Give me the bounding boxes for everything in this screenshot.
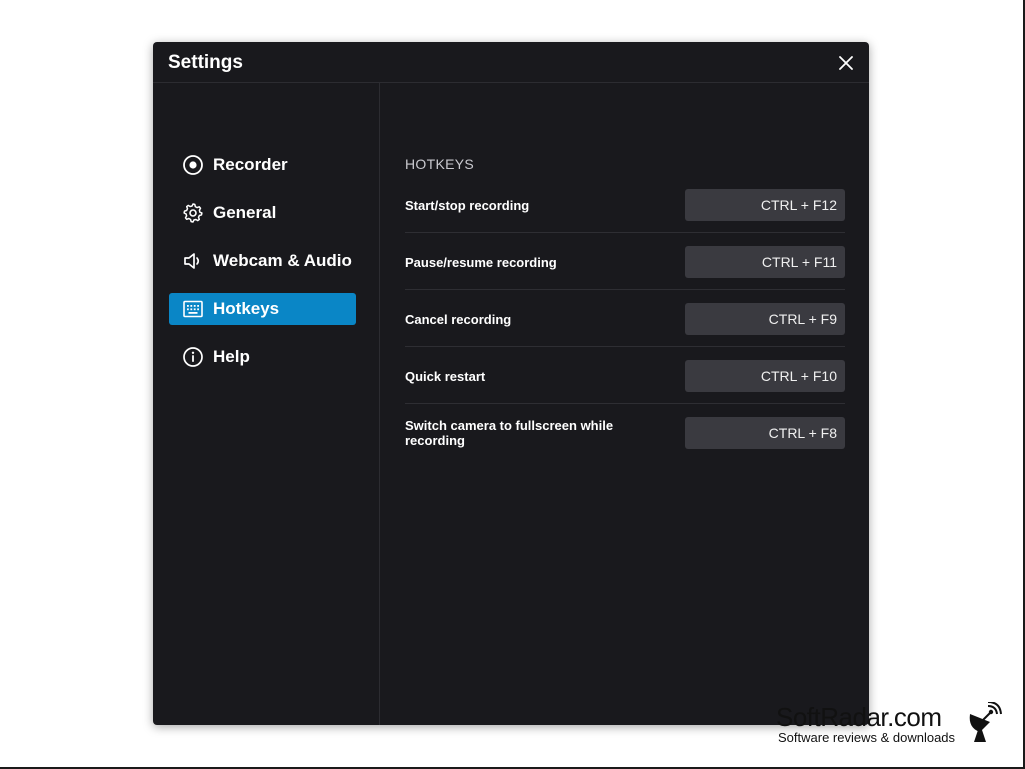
satellite-dish-icon (969, 702, 1002, 742)
hotkey-label: Cancel recording (405, 311, 512, 327)
hotkey-row-start-stop: Start/stop recording CTRL + F12 (405, 176, 845, 233)
hotkeys-panel: HOTKEYS Start/stop recording CTRL + F12 … (405, 83, 845, 725)
dialog-titlebar: Settings (153, 42, 869, 83)
hotkey-label: Switch camera to fullscreen while record… (405, 418, 614, 448)
watermark-tagline: Software reviews & downloads (778, 730, 956, 745)
hotkey-input[interactable]: CTRL + F12 (685, 189, 845, 221)
sidebar-item-label: Webcam & Audio (213, 251, 352, 270)
info-icon (182, 346, 204, 368)
sidebar-item-label: Recorder (213, 155, 288, 174)
settings-sidebar: Recorder General Webcam & Audio Hotkeys … (153, 83, 380, 725)
keyboard-icon (182, 298, 204, 320)
sidebar-item-label: Hotkeys (213, 299, 280, 318)
hotkey-input[interactable]: CTRL + F9 (685, 303, 845, 335)
dialog-title: Settings (168, 52, 243, 73)
sidebar-item-help[interactable]: Help (169, 341, 356, 373)
settings-dialog: Settings Recorder General Webcam & Audio… (153, 42, 869, 725)
sidebar-item-hotkeys[interactable]: Hotkeys (169, 293, 356, 325)
sidebar-item-general[interactable]: General (169, 197, 356, 229)
speaker-icon (182, 250, 204, 272)
sidebar-item-label: Help (213, 347, 250, 366)
hotkey-label: Quick restart (405, 368, 486, 384)
section-title: HOTKEYS (405, 156, 475, 172)
hotkey-row-cancel: Cancel recording CTRL + F9 (405, 290, 845, 347)
close-button[interactable] (833, 50, 859, 76)
hotkey-input[interactable]: CTRL + F11 (685, 246, 845, 278)
sidebar-item-recorder[interactable]: Recorder (169, 149, 356, 181)
close-icon (839, 56, 853, 70)
sidebar-item-webcam-audio[interactable]: Webcam & Audio (169, 245, 356, 277)
record-icon (182, 154, 204, 176)
hotkey-input[interactable]: CTRL + F8 (685, 417, 845, 449)
gear-icon (182, 202, 204, 224)
hotkey-row-quick-restart: Quick restart CTRL + F10 (405, 347, 845, 404)
hotkey-row-switch-camera: Switch camera to fullscreen while record… (405, 404, 845, 461)
sidebar-item-label: General (213, 203, 277, 222)
hotkey-input[interactable]: CTRL + F10 (685, 360, 845, 392)
softradar-watermark: SoftRadar.com Software reviews & downloa… (776, 702, 1006, 748)
hotkey-label: Pause/resume recording (405, 254, 557, 270)
watermark-brand: SoftRadar.com (776, 702, 942, 732)
hotkey-row-pause-resume: Pause/resume recording CTRL + F11 (405, 233, 845, 290)
hotkey-label: Start/stop recording (405, 197, 530, 213)
